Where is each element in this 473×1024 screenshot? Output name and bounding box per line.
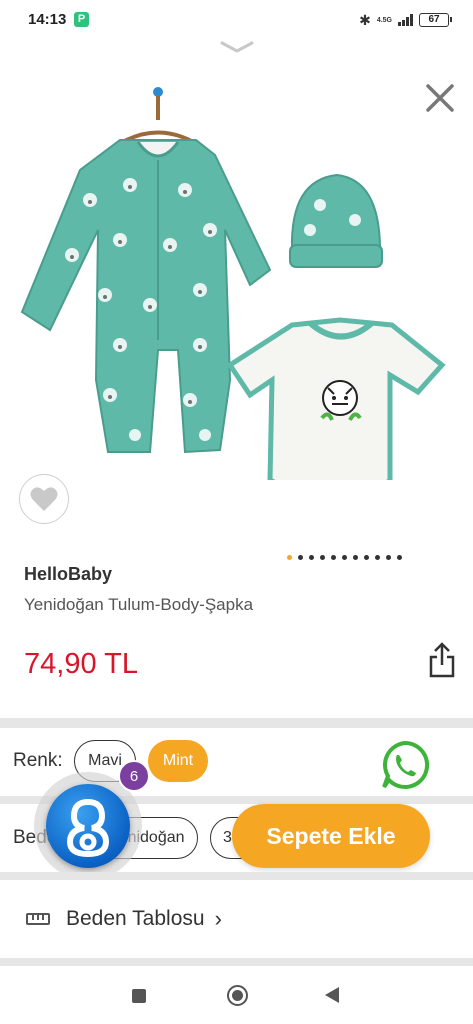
status-icons: ✱ 4.5G 67: [359, 11, 452, 29]
size-chart-link[interactable]: Beden Tablosu ›: [0, 884, 473, 954]
product-image[interactable]: [10, 80, 450, 480]
favorite-button[interactable]: [19, 474, 69, 524]
assistant-logo-icon: [46, 784, 130, 868]
pager-dot[interactable]: [364, 555, 369, 560]
product-price: 74,90 TL: [24, 648, 138, 680]
share-button[interactable]: [427, 641, 457, 679]
image-pager-dots: [287, 555, 402, 560]
pager-dot[interactable]: [309, 555, 314, 560]
size-chart-label: Beden Tablosu: [66, 907, 205, 930]
pager-dot[interactable]: [342, 555, 347, 560]
app-notification-icon: P: [74, 12, 89, 27]
whatsapp-button[interactable]: [380, 740, 430, 790]
color-label: Renk:: [13, 750, 63, 771]
back-button[interactable]: [325, 987, 339, 1003]
status-bar: 14:13 P ✱ 4.5G 67: [0, 0, 473, 40]
share-icon: [429, 642, 455, 678]
pager-dot[interactable]: [353, 555, 358, 560]
signal-icon: [398, 14, 413, 26]
battery-icon: 67: [419, 13, 452, 27]
pager-dot[interactable]: [375, 555, 380, 560]
recent-apps-button[interactable]: [132, 989, 146, 1003]
home-button[interactable]: [227, 985, 248, 1006]
pager-dot[interactable]: [397, 555, 402, 560]
section-divider: [0, 718, 473, 728]
product-brand[interactable]: HelloBaby: [24, 564, 112, 585]
section-divider: [0, 958, 473, 966]
section-divider: [0, 872, 473, 880]
collapse-chevron-icon[interactable]: [220, 40, 254, 56]
pager-dot[interactable]: [386, 555, 391, 560]
pager-dot[interactable]: [287, 555, 292, 560]
ruler-icon: [26, 913, 50, 925]
network-type: 4.5G: [376, 16, 392, 24]
whatsapp-icon: [382, 740, 430, 789]
product-gallery[interactable]: [0, 40, 473, 530]
status-time: 14:13: [28, 11, 67, 28]
pager-dot[interactable]: [298, 555, 303, 560]
product-name: Yenidoğan Tulum-Body-Şapka: [24, 595, 254, 614]
heart-icon: [30, 487, 58, 511]
notification-badge: 6: [118, 760, 150, 792]
chevron-right-icon: ›: [214, 906, 222, 931]
pager-dot[interactable]: [320, 555, 325, 560]
system-nav-bar: [0, 968, 473, 1024]
color-option-mint[interactable]: Mint: [148, 740, 208, 782]
add-to-cart-button[interactable]: Sepete Ekle: [232, 804, 430, 868]
pager-dot[interactable]: [331, 555, 336, 560]
bluetooth-icon: ✱: [359, 11, 371, 28]
